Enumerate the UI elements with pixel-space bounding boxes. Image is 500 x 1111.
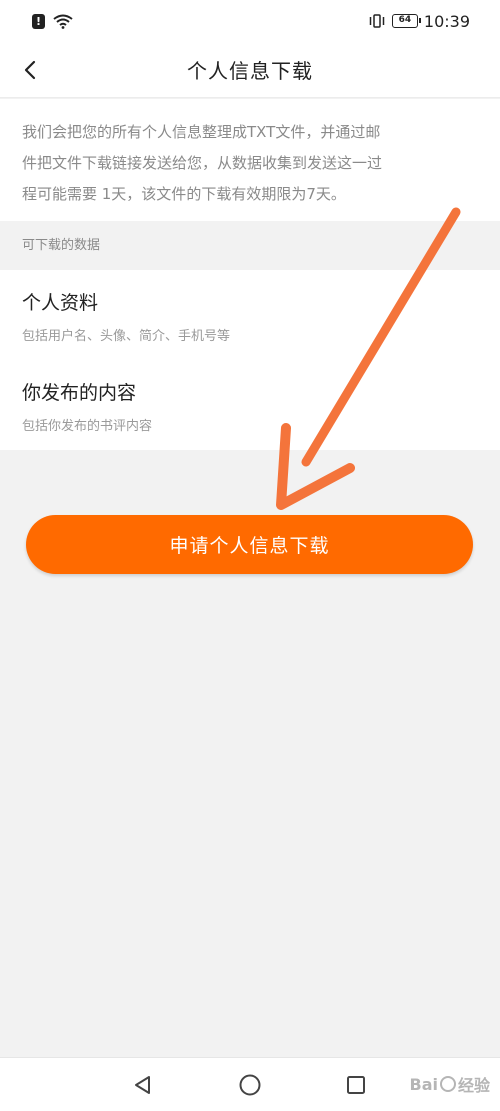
data-item-subtitle: 包括你发布的书评内容 — [22, 419, 153, 434]
circle-home-icon — [239, 1074, 261, 1096]
description-line-1: 我们会把您的所有个人信息整理成TXT文件，并通过邮 — [22, 123, 381, 141]
back-button[interactable] — [14, 54, 46, 86]
wifi-icon — [53, 14, 73, 29]
header: 个人信息下载 — [0, 42, 500, 98]
watermark: Bai 经验 — [410, 1072, 491, 1096]
data-item-content: 你发布的内容 包括你发布的书评内容 — [22, 378, 152, 434]
watermark-text-right: 经验 — [457, 1076, 490, 1095]
paw-icon — [439, 1076, 456, 1092]
status-left: ! — [32, 13, 73, 29]
screen: ! 64 10:39 个人信息下载 我们会把您的所有个人信息整理成TXT文件，并… — [0, 0, 500, 1111]
status-bar: ! 64 10:39 — [0, 0, 500, 42]
nav-recent-button[interactable] — [341, 1070, 371, 1100]
data-item-title: 个人资料 — [22, 292, 99, 314]
chevron-left-icon — [24, 60, 36, 80]
page-title: 个人信息下载 — [187, 59, 313, 83]
alert-icon: ! — [32, 13, 45, 29]
vibrate-icon — [369, 14, 385, 28]
nav-home-button[interactable] — [235, 1070, 265, 1100]
status-time: 10:39 — [423, 11, 470, 31]
description-block: 我们会把您的所有个人信息整理成TXT文件，并通过邮 件把文件下载链接发送给您，从… — [0, 99, 500, 221]
square-recent-icon — [347, 1076, 365, 1094]
description-line-3: 程可能需要 1天，该文件的下载有效期限为7天。 — [22, 185, 346, 203]
description-line-2: 件把文件下载链接发送给您，从数据收集到发送这一过 — [22, 154, 383, 172]
triangle-back-icon — [135, 1076, 150, 1094]
data-item-profile: 个人资料 包括用户名、头像、简介、手机号等 — [22, 288, 230, 344]
watermark-text-left: Bai — [409, 1074, 438, 1094]
data-list: 个人资料 包括用户名、头像、简介、手机号等 你发布的内容 包括你发布的书评内容 — [0, 270, 500, 450]
data-item-title: 你发布的内容 — [22, 382, 137, 404]
request-download-button[interactable]: 申请个人信息下载 — [26, 515, 473, 574]
status-right: 64 10:39 — [368, 12, 470, 31]
battery-icon: 64 — [391, 14, 421, 28]
section-label: 可下载的数据 — [22, 238, 101, 253]
data-item-subtitle: 包括用户名、头像、简介、手机号等 — [22, 329, 231, 344]
nav-back-button[interactable] — [128, 1070, 158, 1100]
